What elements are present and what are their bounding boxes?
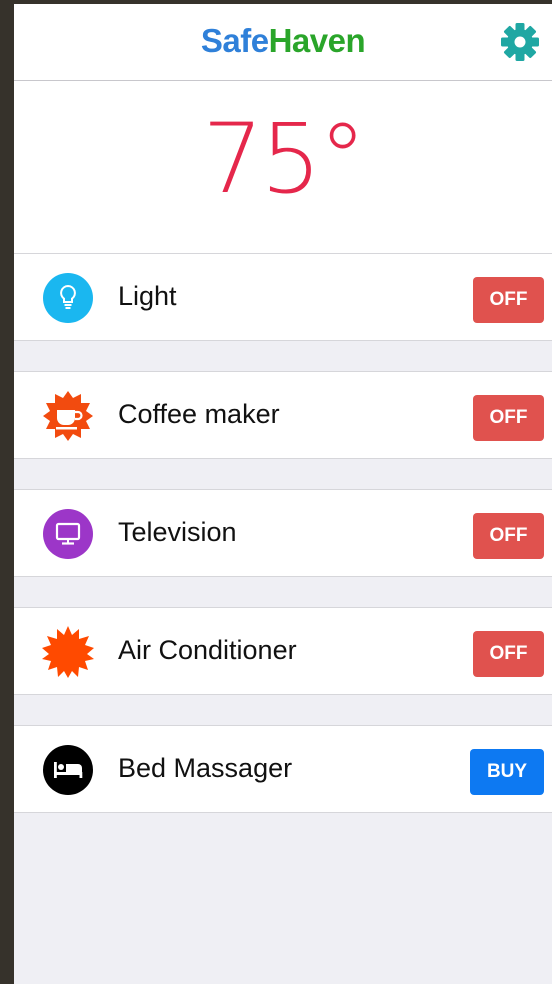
brand-safe: Safe — [200, 22, 269, 59]
device-row-air-conditioner: Air Conditioner OFF — [14, 607, 552, 695]
temperature-readout: 75° — [14, 109, 552, 209]
header-bar: SafeHaven — [14, 4, 552, 81]
degree-symbol: ° — [318, 103, 367, 215]
coffee-maker-off-button[interactable]: OFF — [473, 395, 544, 441]
coffee-cup-icon — [43, 391, 93, 441]
app-title: SafeHaven — [14, 22, 552, 60]
television-off-button[interactable]: OFF — [473, 513, 544, 559]
gear-icon[interactable] — [500, 22, 540, 62]
bed-icon — [43, 745, 93, 795]
air-conditioner-off-button[interactable]: OFF — [473, 631, 544, 677]
device-row-coffee-maker: Coffee maker OFF — [14, 371, 552, 459]
brand-haven: Haven — [268, 22, 366, 59]
television-icon — [43, 509, 93, 559]
device-label: Bed Massager — [118, 753, 293, 783]
light-off-button[interactable]: OFF — [473, 277, 544, 323]
temperature-value: 75 — [202, 103, 321, 215]
sun-burst-icon — [42, 626, 94, 678]
app-screen: SafeHaven 75° Light OFF Coffee maker OFF… — [14, 4, 552, 984]
device-label: Light — [118, 281, 177, 311]
device-label: Coffee maker — [118, 399, 280, 429]
device-row-television: Television OFF — [14, 489, 552, 577]
device-label: Television — [118, 517, 237, 547]
thermostat-panel: 75° — [14, 81, 552, 254]
device-row-light: Light OFF — [14, 253, 552, 341]
lightbulb-icon — [43, 273, 93, 323]
device-row-bed-massager: Bed Massager BUY — [14, 725, 552, 813]
device-label: Air Conditioner — [118, 635, 297, 665]
bed-massager-buy-button[interactable]: BUY — [470, 749, 544, 795]
